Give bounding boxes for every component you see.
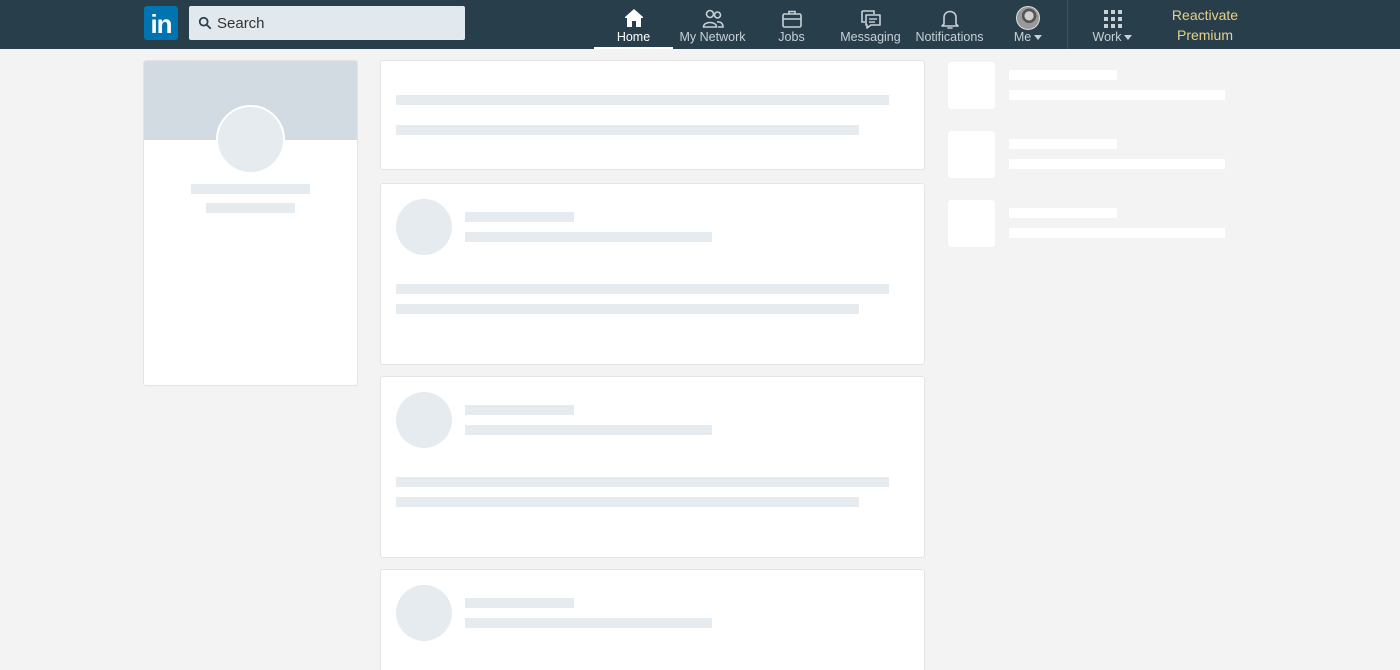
nav-notifications-label: Notifications (915, 30, 984, 44)
profile-headline-placeholder (206, 203, 295, 213)
text-line-placeholder (396, 477, 889, 487)
nav-me[interactable]: Me (989, 0, 1067, 49)
global-nav: in Home My Network Jobs (0, 0, 1400, 49)
share-box-skeleton (381, 61, 924, 169)
feed-post-skeleton (381, 184, 924, 364)
avatar (1016, 6, 1040, 30)
post-meta-placeholder (465, 425, 712, 435)
text-line-placeholder (396, 304, 859, 314)
text-line-placeholder (396, 125, 859, 135)
text-line-placeholder (396, 284, 889, 294)
caret-down-icon (1034, 35, 1043, 41)
search-input[interactable] (217, 14, 447, 32)
network-icon (702, 9, 724, 28)
nav-work[interactable]: Work (1073, 0, 1152, 49)
nav-notifications[interactable]: Notifications (910, 0, 989, 49)
profile-avatar-placeholder (216, 105, 285, 174)
grid-icon (1103, 10, 1122, 28)
post-author-placeholder (465, 405, 574, 415)
post-author-placeholder (465, 598, 574, 608)
nav-my-network-label: My Network (679, 30, 746, 44)
premium-line-2: Premium (1176, 26, 1233, 43)
suggestion-subtitle-placeholder (1009, 228, 1225, 238)
nav-divider (1067, 0, 1068, 49)
post-author-placeholder (465, 212, 574, 222)
linkedin-logo[interactable]: in (144, 6, 178, 40)
nav-messaging[interactable]: Messaging (831, 0, 910, 49)
premium-line-1: Reactivate (1171, 7, 1239, 23)
home-icon (624, 9, 643, 27)
nav-home[interactable]: Home (594, 0, 673, 49)
profile-card-skeleton (144, 61, 357, 385)
suggestion-subtitle-placeholder (1009, 90, 1225, 100)
text-line-placeholder (396, 497, 859, 507)
post-avatar-placeholder (396, 199, 452, 255)
nav-my-network[interactable]: My Network (673, 0, 752, 49)
search-icon (198, 16, 212, 30)
reactivate-premium-link[interactable]: Reactivate Premium (1160, 6, 1250, 45)
nav-work-label: Work (1092, 30, 1122, 44)
suggestion-thumb-placeholder (948, 200, 995, 247)
suggestion-thumb-placeholder (948, 131, 995, 178)
feed-post-skeleton (381, 377, 924, 557)
profile-name-placeholder (191, 184, 310, 194)
feed-post-skeleton (381, 570, 924, 670)
post-meta-placeholder (465, 232, 712, 242)
search-box[interactable] (189, 6, 465, 40)
bell-icon (940, 10, 959, 29)
suggestion-title-placeholder (1009, 70, 1117, 80)
nav-jobs[interactable]: Jobs (752, 0, 831, 49)
post-meta-placeholder (465, 618, 712, 628)
suggestion-title-placeholder (1009, 208, 1117, 218)
nav-messaging-label: Messaging (840, 30, 901, 44)
suggestion-title-placeholder (1009, 139, 1117, 149)
post-avatar-placeholder (396, 585, 452, 641)
text-line-placeholder (396, 95, 889, 105)
post-avatar-placeholder (396, 392, 452, 448)
messaging-icon (860, 10, 881, 29)
suggestion-subtitle-placeholder (1009, 159, 1225, 169)
nav-me-label: Me (1013, 30, 1032, 44)
briefcase-icon (781, 10, 802, 28)
nav-jobs-label: Jobs (778, 30, 805, 44)
nav-home-label: Home (616, 30, 651, 44)
suggestion-thumb-placeholder (948, 62, 995, 109)
caret-down-icon (1124, 35, 1133, 41)
